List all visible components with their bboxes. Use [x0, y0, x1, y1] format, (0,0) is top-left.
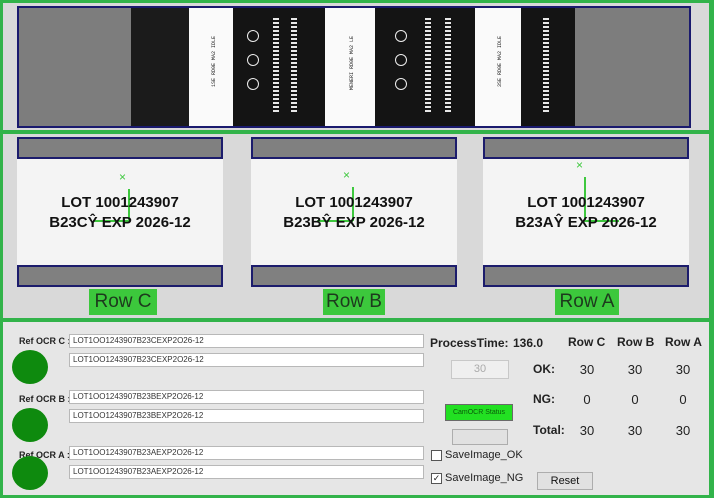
strip-white-1: 1SE RD0E MA2 IDLE	[189, 8, 233, 126]
reset-button[interactable]: Reset	[537, 472, 593, 490]
roi-ocr-line1: LOT 1001243907	[295, 194, 413, 211]
save-image-ng-checkbox[interactable]: ✓	[431, 473, 442, 484]
ref-ocr-c-label: Ref OCR C :	[19, 336, 71, 346]
blank-button[interactable]	[452, 429, 508, 445]
strip-dark-4	[521, 8, 575, 126]
save-image-ok-label: SaveImage_OK	[445, 449, 523, 461]
app-window: 1SE RD0E MA2 IDLE MENERI RD0E MA2 LE 3SE…	[0, 0, 714, 498]
roi-cross-marker: ×	[576, 158, 584, 172]
ng-label: NG:	[533, 392, 555, 406]
strip-gray-left	[19, 8, 131, 126]
strip-dark-1	[131, 8, 189, 126]
row-label-b: Row B	[323, 289, 385, 315]
stats-header-row-a: Row A	[665, 335, 702, 349]
roi-cross-marker: ×	[343, 168, 351, 182]
top-strip-panel: 1SE RD0E MA2 IDLE MENERI RD0E MA2 LE 3SE…	[3, 3, 709, 130]
ref-ocr-b-label: Ref OCR B :	[19, 394, 71, 404]
read-ocr-b-field[interactable]: LOT1OO1243907B23BEXP2O26-12	[69, 409, 424, 423]
ref-ocr-b-input[interactable]: LOT1OO1243907B23BEXP2O26-12	[69, 390, 424, 404]
strip-dashes	[543, 18, 549, 114]
roi-view-c: × LOT 1001243907 B23CŶ EXP 2026-12	[17, 137, 223, 287]
control-panel: Ref OCR C : LOT1OO1243907B23CEXP2O26-12 …	[3, 322, 709, 495]
strip-white-3: 3SE RD0E MA2 IDLE	[475, 8, 521, 126]
count-input[interactable]: 30	[451, 360, 509, 379]
roi-ocr-line2: B23AŶ EXP 2026-12	[515, 214, 657, 231]
logo-icon	[247, 30, 259, 42]
roi-cross-marker: ×	[119, 170, 127, 184]
total-count-a: 30	[675, 423, 691, 438]
roi-panel: × LOT 1001243907 B23CŶ EXP 2026-12 Row C…	[3, 134, 709, 318]
ocr-a-status-led	[12, 456, 48, 490]
process-time-label: ProcessTime:	[430, 336, 509, 350]
strip-dark-2	[233, 8, 325, 126]
strip-text-2: MENERI RD0E MA2 LE	[349, 36, 355, 91]
ocr-b-status-led	[12, 408, 48, 442]
strip-dashes	[273, 18, 279, 114]
ok-label: OK:	[533, 362, 555, 376]
total-label: Total:	[533, 423, 565, 437]
roi-mask-top	[17, 137, 223, 159]
strip-dashes	[445, 18, 451, 114]
row-label-c: Row C	[89, 289, 157, 315]
ocr-c-status-led	[12, 350, 48, 384]
logo-icon	[247, 54, 259, 66]
strip-text-1: 1SE RD0E MA2 IDLE	[211, 36, 217, 88]
strip-text-3: 3SE RD0E MA2 IDLE	[497, 36, 503, 88]
roi-ocr-line1: LOT 1001243907	[527, 194, 645, 211]
roi-ocr-line2: B23BŶ EXP 2026-12	[283, 214, 425, 231]
stats-header-row-b: Row B	[617, 335, 655, 349]
roi-view-b: × LOT 1001243907 B23BŶ EXP 2026-12	[251, 137, 457, 287]
roi-mask-bottom	[483, 265, 689, 287]
roi-mask-top	[483, 137, 689, 159]
read-ocr-c-field[interactable]: LOT1OO1243907B23CEXP2O26-12	[69, 353, 424, 367]
row-label-a: Row A	[555, 289, 619, 315]
ok-count-a: 30	[675, 362, 691, 377]
ok-count-b: 30	[627, 362, 643, 377]
ref-ocr-a-input[interactable]: LOT1OO1243907B23AEXP2O26-12	[69, 446, 424, 460]
read-ocr-a-field[interactable]: LOT1OO1243907B23AEXP2O26-12	[69, 465, 424, 479]
roi-ocr-line1: LOT 1001243907	[61, 194, 179, 211]
logo-icon	[395, 78, 407, 90]
logo-icon	[395, 54, 407, 66]
strip-dark-3	[375, 8, 475, 126]
roi-ocr-line2: B23CŶ EXP 2026-12	[49, 214, 191, 231]
save-image-ng-label: SaveImage_NG	[445, 472, 524, 484]
roi-view-a: × LOT 1001243907 B23AŶ EXP 2026-12	[483, 137, 689, 287]
logo-icon	[395, 30, 407, 42]
ok-count-c: 30	[579, 362, 595, 377]
total-count-c: 30	[579, 423, 595, 438]
total-count-b: 30	[627, 423, 643, 438]
save-image-ok-checkbox[interactable]	[431, 450, 442, 461]
camocr-status-button[interactable]: CamOCR Status	[445, 404, 513, 421]
ng-count-c: 0	[583, 392, 591, 407]
ng-count-b: 0	[631, 392, 639, 407]
roi-mask-top	[251, 137, 457, 159]
strip-dashes	[291, 18, 297, 114]
ng-count-a: 0	[679, 392, 687, 407]
strip-image-view: 1SE RD0E MA2 IDLE MENERI RD0E MA2 LE 3SE…	[17, 6, 691, 128]
strip-gray-right	[575, 8, 689, 126]
strip-dashes	[425, 18, 431, 114]
logo-icon	[247, 78, 259, 90]
ref-ocr-c-input[interactable]: LOT1OO1243907B23CEXP2O26-12	[69, 334, 424, 348]
roi-mask-bottom	[251, 265, 457, 287]
stats-header-row-c: Row C	[568, 335, 606, 349]
strip-white-2: MENERI RD0E MA2 LE	[325, 8, 375, 126]
process-time-value: 136.0	[513, 336, 544, 350]
roi-mask-bottom	[17, 265, 223, 287]
